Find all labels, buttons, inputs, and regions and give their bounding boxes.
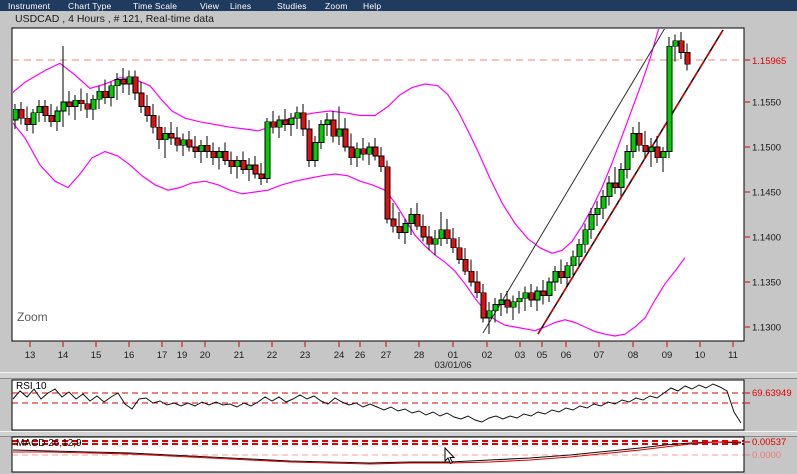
macd-zero-label: 0.0000 bbox=[752, 450, 782, 461]
rsi-panel[interactable] bbox=[12, 380, 744, 430]
macd-panel[interactable] bbox=[12, 437, 744, 472]
chart-scene: 1.1550 1.1500 1.1450 1.1400 1.1350 1.1300 13 14… bbox=[0, 27, 797, 473]
x-axis-label: 23 bbox=[300, 350, 311, 361]
x-axis-label: 05 bbox=[537, 350, 548, 361]
price-pane[interactable] bbox=[12, 28, 744, 341]
x-axis-label: 24 bbox=[334, 350, 345, 361]
macd-value-label: 0.00537 bbox=[752, 437, 787, 448]
x-axis-label: 06 bbox=[561, 350, 572, 361]
x-axis-label: 09 bbox=[662, 350, 673, 361]
x-axis-label: 08 bbox=[628, 350, 639, 361]
x-axis-label: 20 bbox=[200, 350, 211, 361]
x-axis-label: 27 bbox=[381, 350, 392, 361]
zoom-watermark: Zoom bbox=[17, 310, 48, 324]
x-axis-label: 22 bbox=[267, 350, 278, 361]
x-axis-label: 10 bbox=[695, 350, 706, 361]
x-axis-label: 17 bbox=[157, 350, 168, 361]
x-axis-label: 02 bbox=[482, 350, 493, 361]
rsi-value-label: 69.63949 bbox=[752, 388, 792, 399]
x-axis-label: 13 bbox=[25, 350, 36, 361]
x-axis-label: 03 bbox=[515, 350, 526, 361]
x-axis-label: 14 bbox=[58, 350, 69, 361]
price-axis-label: 1.1350 bbox=[752, 278, 781, 289]
x-axis-label: 26 bbox=[355, 350, 366, 361]
x-axis-label: 28 bbox=[414, 350, 425, 361]
x-axis-label: 19 bbox=[177, 350, 188, 361]
rsi-study-label: RSI 10 bbox=[16, 381, 47, 392]
price-axis-label: 1.1550 bbox=[752, 98, 781, 109]
x-axis-label: 16 bbox=[124, 350, 135, 361]
price-axis-label: 1.1500 bbox=[752, 143, 781, 154]
current-price-label: 1.15965 bbox=[752, 56, 787, 67]
macd-study-label: MACD 26,12,9 bbox=[16, 438, 82, 449]
price-axis-label: 1.1450 bbox=[752, 188, 781, 199]
x-axis-label: 07 bbox=[594, 350, 605, 361]
x-axis-label: 21 bbox=[234, 350, 245, 361]
panel-splitter-1[interactable] bbox=[0, 372, 797, 379]
x-axis-label: 11 bbox=[728, 350, 738, 361]
x-axis-label: 15 bbox=[91, 350, 102, 361]
price-axis-label: 1.1400 bbox=[752, 233, 781, 244]
date-axis-label: 03/01/06 bbox=[434, 360, 472, 371]
price-axis-label: 1.1300 bbox=[752, 323, 781, 334]
chart-application-window: Instrument Chart Type Time Scale View Lines S… bbox=[0, 0, 797, 474]
